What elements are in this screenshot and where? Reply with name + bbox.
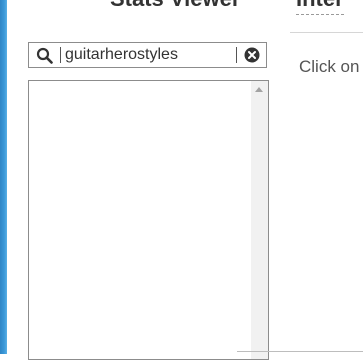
search-separator-right [236, 47, 237, 63]
detail-hint-text: Click on [299, 57, 360, 76]
clear-search-icon[interactable] [244, 47, 260, 63]
result-list[interactable] [28, 80, 269, 360]
search-separator-left [60, 47, 61, 63]
tab-title[interactable]: Inter [296, 0, 344, 15]
search-box[interactable] [28, 42, 267, 68]
left-edge-strip [0, 0, 7, 354]
header-divider [290, 32, 363, 33]
scroll-up-arrow-icon[interactable] [255, 87, 263, 92]
search-input[interactable] [65, 45, 233, 65]
bottom-divider [237, 351, 363, 352]
list-scrollbar[interactable] [251, 81, 268, 359]
search-icon [36, 47, 53, 64]
app-title: Stats Viewer [110, 0, 240, 12]
